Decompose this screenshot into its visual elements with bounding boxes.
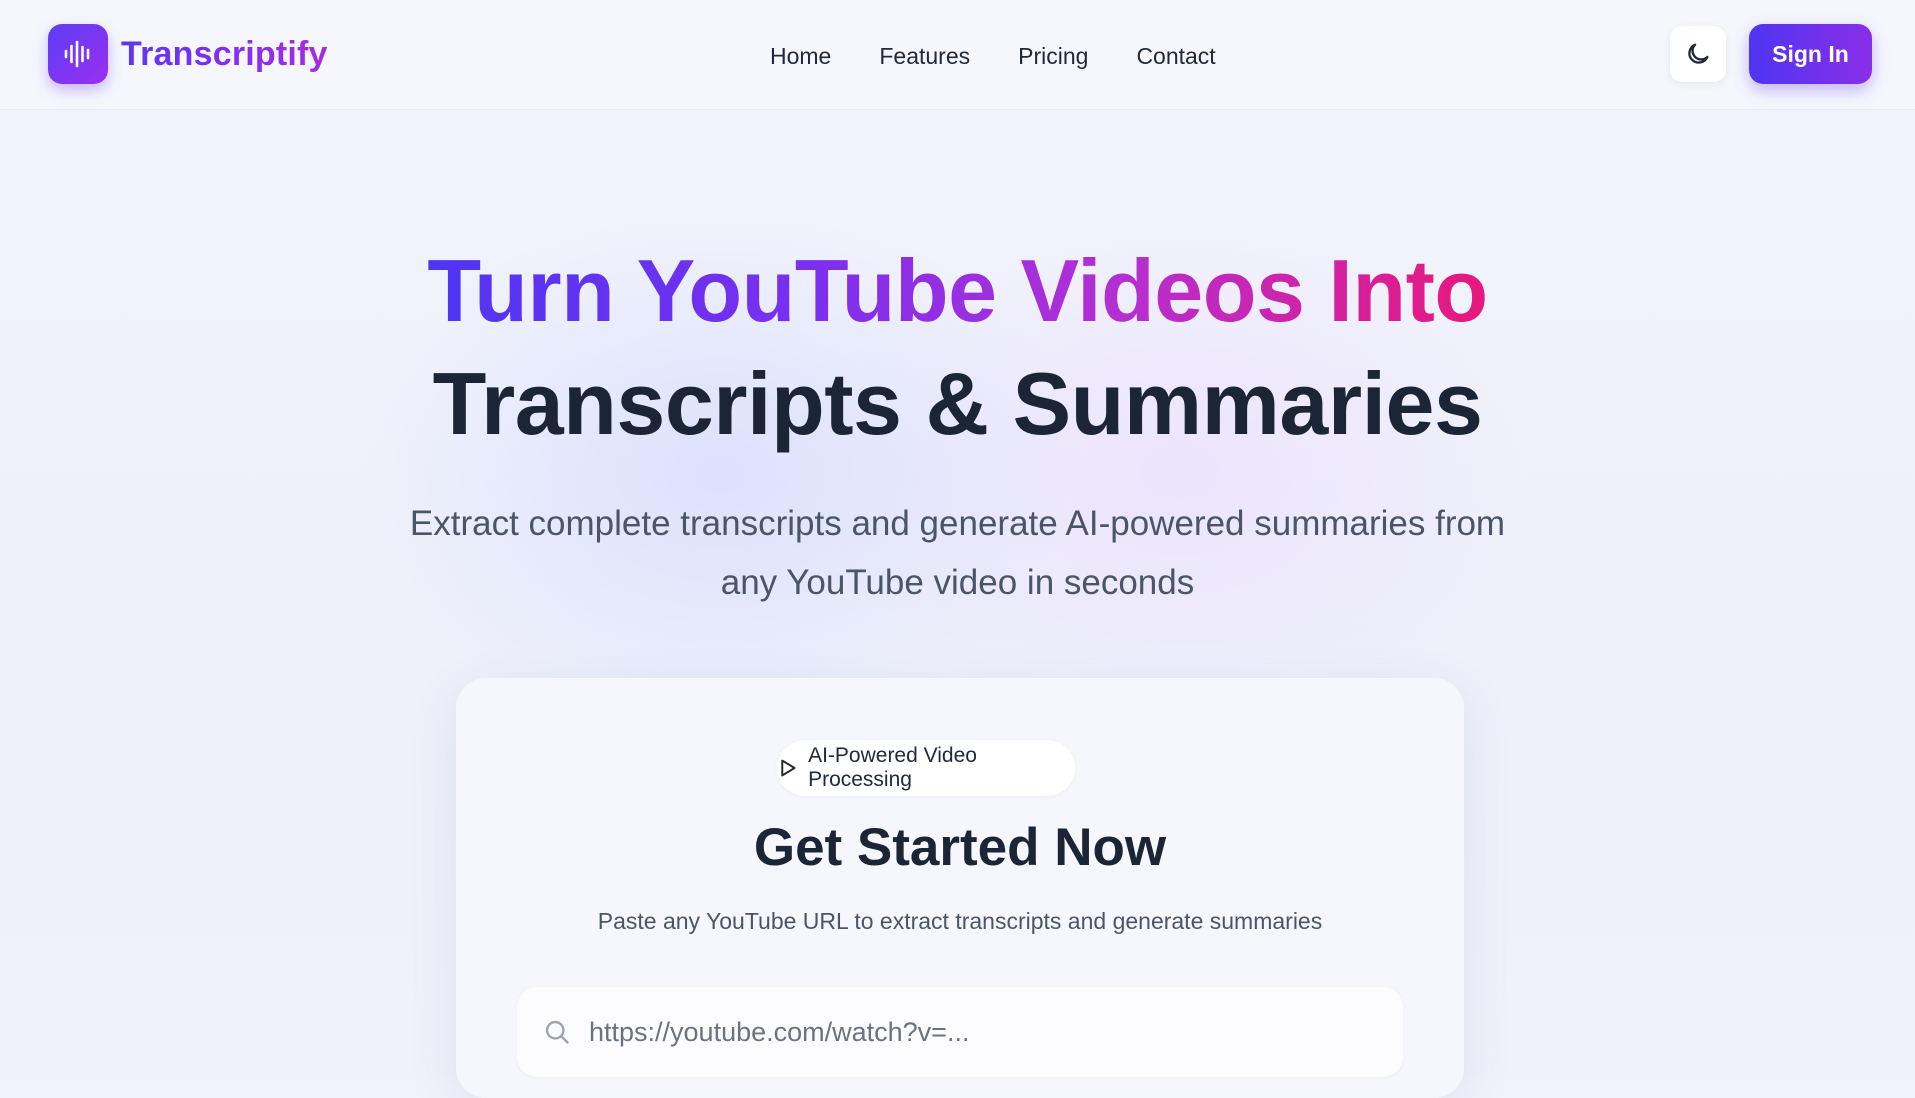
moon-icon (1688, 43, 1709, 64)
brand-name: Transcriptify (121, 34, 328, 73)
hero-title-line2: Transcripts & Summaries (432, 354, 1483, 453)
hero-title-line1: Turn YouTube Videos Into (427, 241, 1488, 340)
feature-badge: AI-Powered Video Processing (777, 740, 1075, 796)
nav-features[interactable]: Features (879, 38, 970, 74)
search-icon (541, 1016, 573, 1048)
feature-badge-label: AI-Powered Video Processing (808, 744, 977, 791)
card-subtitle: Paste any YouTube URL to extract transcr… (597, 908, 1323, 934)
nav-home[interactable]: Home (770, 38, 831, 74)
audio-wave-icon (48, 24, 108, 84)
get-started-card: AI-Powered Video Processing Get Started … (456, 678, 1464, 1098)
sign-in-button[interactable]: Sign In (1749, 24, 1872, 84)
top-navbar: Transcriptify Home Features Pricing Cont… (0, 0, 1915, 109)
url-input-container (517, 987, 1403, 1077)
theme-toggle-button[interactable] (1670, 26, 1726, 82)
nav-pricing[interactable]: Pricing (1018, 38, 1088, 74)
hero-title-gradient: Turn YouTube Videos Into (0, 236, 1915, 346)
play-icon (781, 759, 796, 777)
brand-logo[interactable]: Transcriptify (48, 24, 328, 84)
youtube-url-input[interactable] (587, 1015, 1371, 1049)
hero-subtitle: Extract complete transcripts and generat… (409, 504, 1506, 602)
main-nav: Home Features Pricing Contact (770, 38, 1264, 74)
nav-contact[interactable]: Contact (1136, 38, 1215, 74)
card-title: Get Started Now (753, 818, 1167, 877)
